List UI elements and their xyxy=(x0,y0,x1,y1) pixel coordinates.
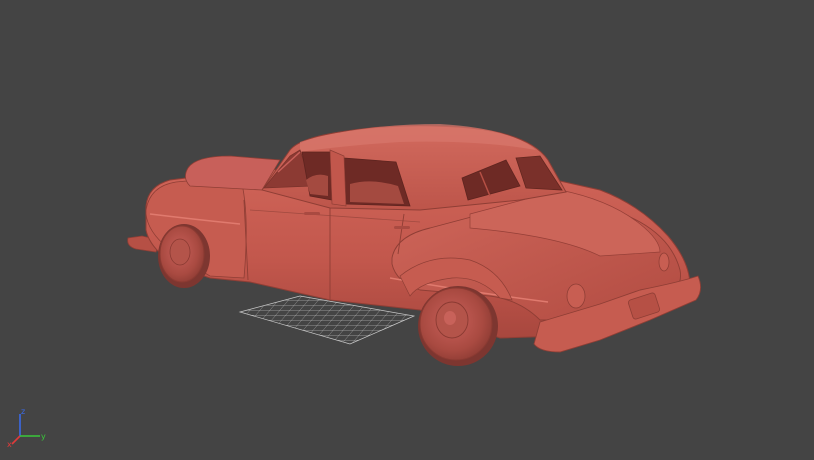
axis-gizmo[interactable]: z x y xyxy=(6,404,50,448)
car-model[interactable] xyxy=(127,124,701,366)
z-axis-label: z xyxy=(21,407,25,416)
x-axis-label: x xyxy=(7,440,12,448)
x-axis-line xyxy=(11,435,21,445)
y-axis-label: y xyxy=(41,432,46,441)
rear-wheel xyxy=(418,286,498,366)
viewport-scene xyxy=(127,124,701,366)
front-wheel xyxy=(158,224,210,288)
3d-viewport[interactable]: z x y xyxy=(0,0,814,460)
